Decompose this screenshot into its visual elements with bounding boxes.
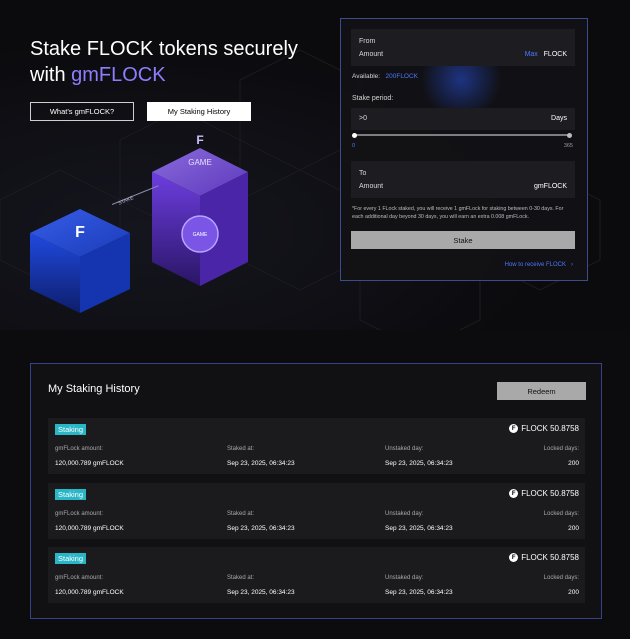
stake-period-slider[interactable] xyxy=(352,132,572,138)
game-cube-illustration: F xyxy=(152,133,248,286)
slider-end xyxy=(567,132,572,138)
locked-days-header: Locked days: xyxy=(543,575,579,581)
gm-amount-value: 120,000.789 gmFLOCK xyxy=(55,460,124,467)
hero-title-prefix: with xyxy=(30,64,72,86)
slider-max: 365 xyxy=(563,143,573,149)
flock-token-icon: F xyxy=(509,424,519,433)
reward-note: *For every 1 FLock staked, you will rece… xyxy=(352,206,564,220)
record-amount: F FLOCK 50.8758 xyxy=(509,553,579,562)
staked-at-value: Sep 23, 2025, 06:34:23 xyxy=(227,589,295,596)
amount-value: FLOCK 50.8758 xyxy=(521,553,579,562)
staked-at-value: Sep 23, 2025, 06:34:23 xyxy=(227,460,295,467)
slider-handle[interactable] xyxy=(352,132,357,138)
stake-button[interactable]: Stake xyxy=(351,231,575,249)
gm-amount-value: 120,000.789 gmFLOCK xyxy=(55,589,124,596)
status-badge: Staking xyxy=(55,553,87,564)
amount-value: FLOCK 50.8758 xyxy=(521,489,579,498)
flock-token-icon: F xyxy=(509,489,519,498)
how-to-receive-label: How to receive FLOCK xyxy=(504,262,566,268)
staking-history-panel: My Staking History Redeem Staking F FLOC… xyxy=(30,363,602,619)
locked-days-value: 200 xyxy=(568,525,579,532)
hero-title-line1: Stake FLOCK tokens securely xyxy=(30,38,298,60)
unstaked-day-value: Sep 23, 2025, 06:34:23 xyxy=(385,525,453,532)
locked-days-header: Locked days: xyxy=(543,511,579,517)
history-title: My Staking History xyxy=(48,383,140,395)
unstaked-day-value: Sep 23, 2025, 06:34:23 xyxy=(385,460,453,467)
game-logo-icon: F xyxy=(196,133,203,147)
my-staking-history-button[interactable]: My Staking History xyxy=(147,102,251,121)
gm-amount-value: 120,000.789 gmFLOCK xyxy=(55,525,124,532)
unstaked-day-header: Unstaked day: xyxy=(385,575,424,581)
to-amount-label: Amount xyxy=(359,183,384,190)
to-label: To xyxy=(359,170,367,177)
locked-days-value: 200 xyxy=(568,589,579,596)
redeem-button[interactable]: Redeem xyxy=(497,382,586,400)
from-token-group: Max FLOCK xyxy=(525,51,567,58)
history-record: Staking F FLOCK 50.8758 gmFLock amount: … xyxy=(48,483,585,539)
amount-value: FLOCK 50.8758 xyxy=(521,424,579,433)
staked-at-value: Sep 23, 2025, 06:34:23 xyxy=(227,525,295,532)
how-to-receive-link[interactable]: How to receive FLOCK › xyxy=(505,262,573,268)
unstaked-day-value: Sep 23, 2025, 06:34:23 xyxy=(385,589,453,596)
from-label: From xyxy=(359,38,376,45)
flock-cube-illustration: F xyxy=(30,209,130,313)
available-row: Available: 200FLOCK xyxy=(352,73,418,80)
status-badge: Staking xyxy=(55,489,87,500)
locked-days-header: Locked days: xyxy=(543,446,579,452)
record-amount: F FLOCK 50.8758 xyxy=(509,424,579,433)
stake-period-label: Stake period: xyxy=(352,95,394,102)
status-badge: Staking xyxy=(55,424,87,435)
flock-token-icon: F xyxy=(509,553,519,562)
whats-gmflock-button[interactable]: What's gmFLOCK? xyxy=(30,102,134,121)
period-placeholder: >0 xyxy=(359,115,367,122)
record-amount: F FLOCK 50.8758 xyxy=(509,489,579,498)
staked-at-header: Staked at: xyxy=(227,575,255,581)
hero-title-accent: gmFLOCK xyxy=(71,64,166,86)
chevron-right-icon: › xyxy=(571,262,573,268)
coin-label: GAME xyxy=(192,232,208,238)
gm-amount-header: gmFLock amount: xyxy=(55,446,104,452)
period-unit: Days xyxy=(551,115,567,122)
from-token-label: FLOCK xyxy=(543,51,567,58)
available-value: 200FLOCK xyxy=(385,73,419,80)
from-field[interactable]: From Amount Max FLOCK xyxy=(351,29,575,66)
flock-logo-icon: F xyxy=(75,224,85,241)
max-button[interactable]: Max xyxy=(525,51,538,58)
stake-panel: From Amount Max FLOCK Available: 200FLOC… xyxy=(340,18,588,281)
available-label: Available: xyxy=(352,73,381,80)
history-record: Staking F FLOCK 50.8758 gmFLock amount: … xyxy=(48,418,585,474)
to-token-label: gmFLOCK xyxy=(533,183,567,190)
staked-at-header: Staked at: xyxy=(227,511,255,517)
to-field: To Amount gmFLOCK xyxy=(351,161,575,198)
hero-title: Stake FLOCK tokens securely with gmFLOCK xyxy=(30,36,330,88)
game-label: GAME xyxy=(188,158,212,167)
hero-title-line2: with gmFLOCK xyxy=(30,62,330,88)
unstaked-day-header: Unstaked day: xyxy=(385,511,424,517)
gm-amount-header: gmFLock amount: xyxy=(55,575,104,581)
locked-days-value: 200 xyxy=(568,460,579,467)
staked-at-header: Staked at: xyxy=(227,446,255,452)
stake-period-input[interactable]: >0 Days xyxy=(351,108,575,130)
from-amount-label: Amount xyxy=(359,51,384,58)
history-record: Staking F FLOCK 50.8758 gmFLock amount: … xyxy=(48,547,585,603)
gm-amount-header: gmFLock amount: xyxy=(55,511,104,517)
unstaked-day-header: Unstaked day: xyxy=(385,446,424,452)
slider-min: 0 xyxy=(352,143,356,149)
